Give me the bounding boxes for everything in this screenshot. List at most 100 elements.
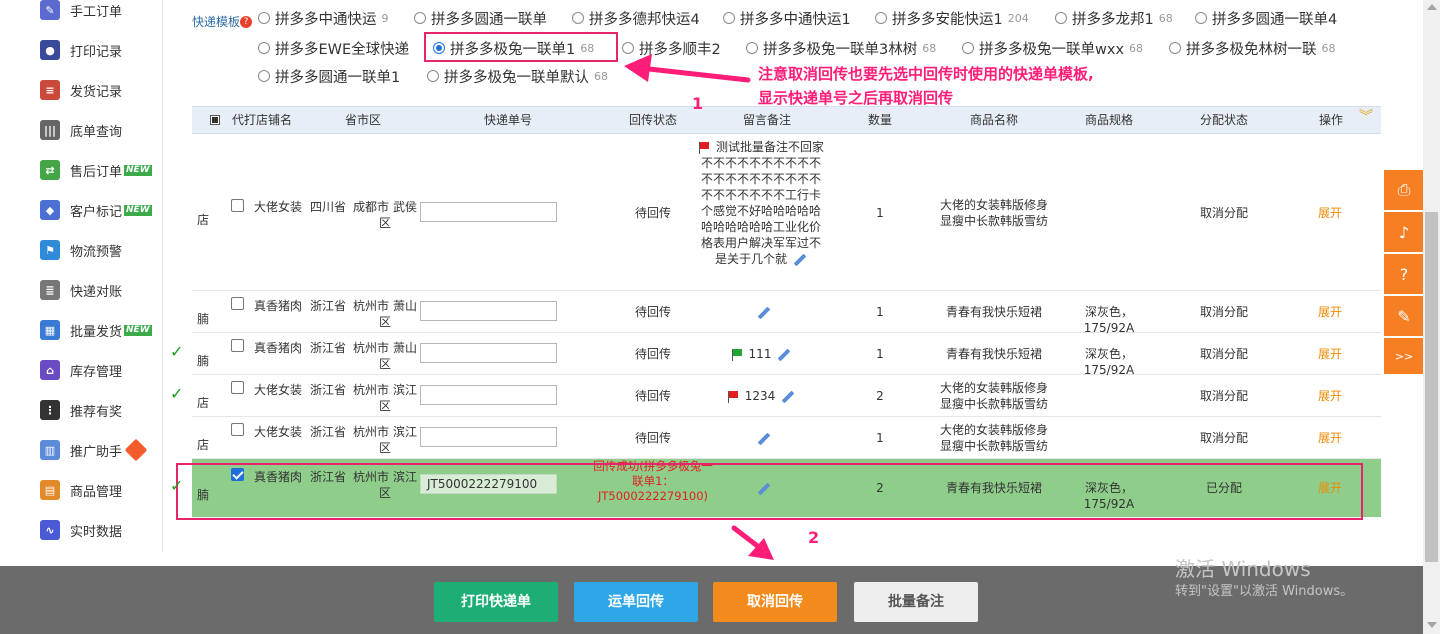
radio-button[interactable] (258, 42, 270, 54)
sidebar-item-12[interactable]: ▤ 商品管理 (10, 470, 160, 510)
row-checkbox[interactable] (231, 468, 244, 481)
cancel-upload-button[interactable]: 取消回传 (713, 582, 837, 622)
radio-button[interactable] (433, 42, 445, 54)
template-option[interactable]: 拼多多极兔一联单3林树 68 (746, 37, 936, 59)
radio-button[interactable] (258, 70, 270, 82)
template-option[interactable]: 拼多多安能快运1 204 (875, 7, 1029, 29)
customer-tag-icon: ◆ (40, 200, 60, 220)
sidebar-item-6[interactable]: ⚑ 物流预警 (10, 230, 160, 270)
sidebar-item-11[interactable]: ▥ 推广助手 (10, 430, 160, 470)
city: 杭州市 (352, 299, 389, 313)
print-waybill-button[interactable]: 打印快递单 (434, 582, 558, 622)
radio-button[interactable] (572, 12, 584, 24)
expand-link[interactable]: 展开 (1317, 346, 1343, 362)
scrollbar-thumb[interactable] (1425, 212, 1438, 562)
sidebar-item-13[interactable]: ∿ 实时数据 (10, 510, 160, 550)
template-option[interactable]: 拼多多极免林树一联 68 (1169, 37, 1336, 59)
bell-icon[interactable]: ♪ (1384, 212, 1424, 252)
edit-icon[interactable] (778, 348, 791, 361)
radio-button[interactable] (723, 12, 735, 24)
column-header: 快递单号 (484, 113, 533, 127)
sidebar-item-4[interactable]: ⇄ 售后订单 NEW (10, 150, 160, 190)
tracking-number-input[interactable]: JT5000222279100 (420, 474, 557, 494)
radio-button[interactable] (875, 12, 887, 24)
expand-link[interactable]: 展开 (1317, 304, 1343, 320)
sidebar-item-0[interactable]: ✎ 手工订单 (10, 0, 160, 30)
template-option[interactable]: 拼多多EWE全球快递 (258, 37, 409, 59)
expand-icon[interactable]: >> (1384, 338, 1424, 374)
edit-icon[interactable] (781, 390, 795, 403)
chevron-down-icon[interactable]: ︾ (1359, 110, 1373, 124)
template-option-count: 204 (1007, 11, 1029, 25)
radio-button[interactable] (258, 12, 270, 24)
new-badge: NEW (124, 164, 152, 176)
radio-button[interactable] (622, 42, 634, 54)
edit-icon[interactable] (757, 306, 771, 319)
assign-status: 已分配 (1205, 481, 1242, 495)
row-checkbox[interactable] (231, 297, 244, 310)
sidebar-item-5[interactable]: ◆ 客户标记 NEW (10, 190, 160, 230)
tracking-number-input[interactable] (420, 385, 557, 405)
logistics-alert-icon: ⚑ (40, 240, 60, 260)
city-district: 杭州市 滨江区 (350, 469, 420, 501)
template-option[interactable]: 拼多多极兔一联单1 68 (433, 37, 594, 59)
row-checkbox[interactable] (231, 339, 244, 352)
help-icon[interactable]: ? (1384, 254, 1424, 294)
tracking-number-input[interactable] (420, 343, 557, 363)
sidebar-item-9[interactable]: ⌂ 库存管理 (10, 350, 160, 390)
sidebar-item-8[interactable]: ▦ 批量发货 NEW (10, 310, 160, 350)
expand-link[interactable]: 展开 (1317, 480, 1343, 496)
template-option[interactable]: 拼多多圆通一联单4 (1195, 7, 1337, 29)
city-district: 杭州市 萧山区 (350, 298, 420, 330)
remark-cell: 111 (698, 346, 824, 362)
row-checkbox[interactable] (231, 423, 244, 436)
expand-link[interactable]: 展开 (1317, 205, 1343, 221)
scroll-up-icon[interactable] (1427, 4, 1437, 10)
radio-button[interactable] (427, 70, 439, 82)
scroll-down-icon[interactable] (1427, 622, 1437, 628)
expand-link[interactable]: 展开 (1317, 430, 1343, 446)
radio-button[interactable] (746, 42, 758, 54)
help-icon[interactable]: ? (240, 16, 253, 28)
expand-link[interactable]: 展开 (1317, 388, 1343, 404)
sidebar-item-2[interactable]: ≡ 发货记录 (10, 70, 160, 110)
template-option[interactable]: 拼多多龙邦1 68 (1055, 7, 1173, 29)
template-option[interactable]: 拼多多顺丰2 (622, 37, 721, 59)
radio-button[interactable] (1169, 42, 1181, 54)
template-option[interactable]: 拼多多中通快运1 (723, 7, 851, 29)
sidebar-item-3[interactable]: ||| 底单查询 (10, 110, 160, 150)
tracking-number-input[interactable] (420, 202, 557, 222)
sidebar-item-label: 推广助手 (70, 444, 123, 460)
sidebar-item-1[interactable]: ● 打印记录 (10, 30, 160, 70)
tracking-number-input[interactable] (420, 427, 557, 447)
row-checkbox[interactable] (231, 199, 244, 212)
waybill-upload-button[interactable]: 运单回传 (574, 582, 698, 622)
radio-button[interactable] (1195, 12, 1207, 24)
printer-icon[interactable]: ⎙ (1384, 170, 1424, 210)
sidebar: ✎ 手工订单 ● 打印记录 ≡ 发货记录 ||| 底单查询 ⇄ 售后订单 NEW ◆ 客户标记 NEW ⚑ 物… (10, 0, 163, 552)
template-option-label: 拼多多圆通一联单1 (275, 69, 401, 86)
edit-icon[interactable] (793, 253, 807, 266)
sidebar-item-10[interactable]: ⋮ 推荐有奖 (10, 390, 160, 430)
shop-name: 真香猪肉 (254, 299, 303, 313)
city-district: 杭州市 滨江区 (350, 424, 420, 456)
template-option[interactable]: 拼多多极兔一联单默认 68 (427, 65, 608, 87)
tracking-number-input[interactable] (420, 301, 557, 321)
template-option[interactable]: 拼多多圆通一联单 (414, 7, 547, 29)
row-checkbox[interactable] (231, 381, 244, 394)
city-district: 杭州市 萧山区 (350, 340, 420, 372)
radio-button[interactable] (1055, 12, 1067, 24)
shop-prefix: 店 (197, 213, 210, 227)
radio-button[interactable] (414, 12, 426, 24)
edit-icon[interactable]: ✎ (1384, 296, 1424, 336)
sidebar-item-7[interactable]: ≣ 快递对账 (10, 270, 160, 310)
edit-icon[interactable] (757, 482, 771, 495)
template-option[interactable]: 拼多多极兔一联单wxx 68 (962, 37, 1143, 59)
batch-remark-button[interactable]: 批量备注 (854, 582, 978, 622)
template-option[interactable]: 拼多多圆通一联单1 (258, 65, 400, 87)
edit-icon[interactable] (757, 432, 771, 445)
template-option[interactable]: 拼多多中通快运 9 (258, 7, 389, 29)
select-all-checkbox[interactable] (210, 115, 220, 125)
radio-button[interactable] (962, 42, 974, 54)
template-option[interactable]: 拼多多德邦快运4 (572, 7, 700, 29)
